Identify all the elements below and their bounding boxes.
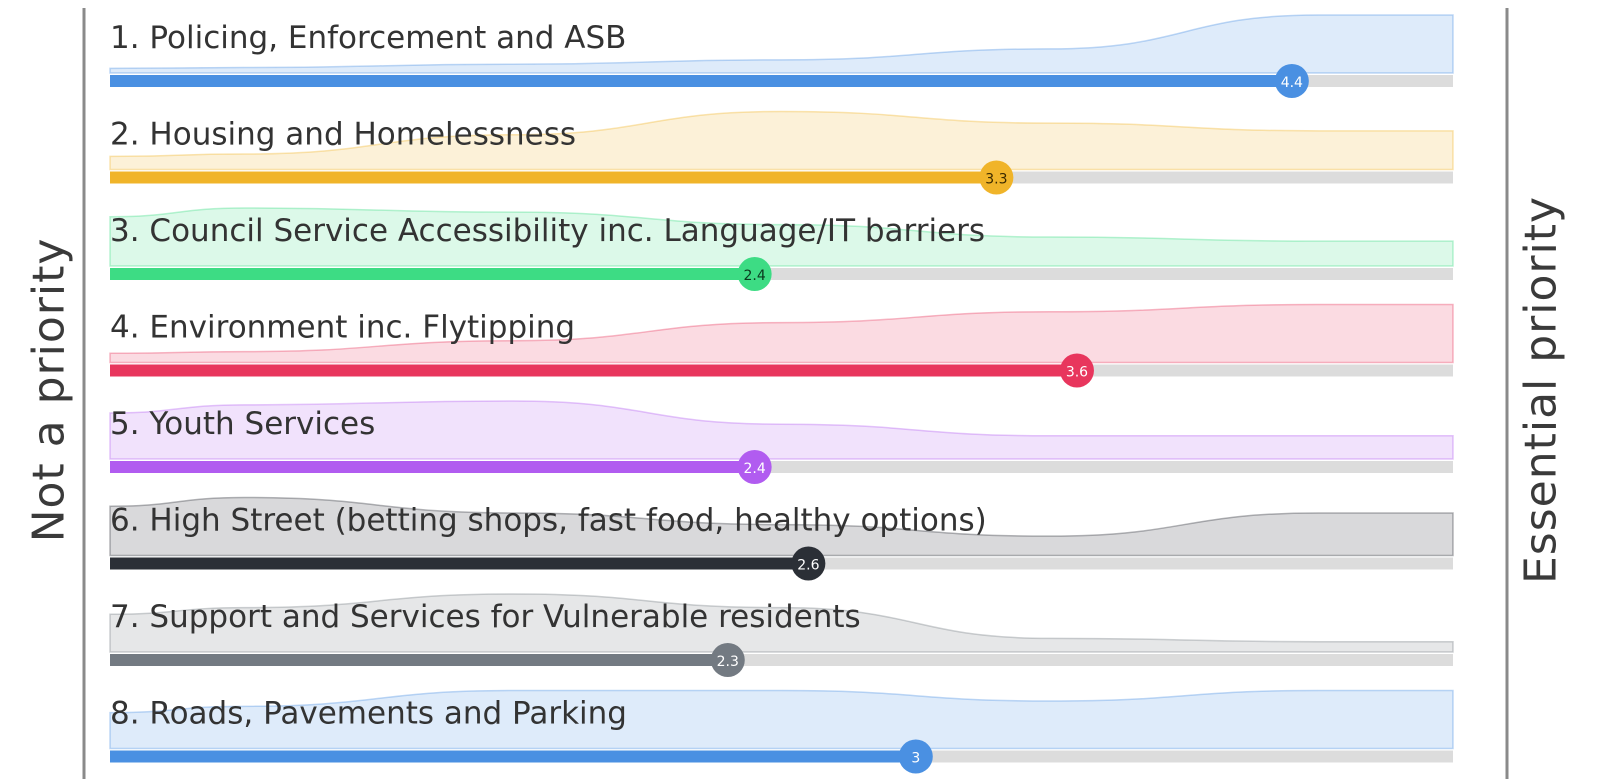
value-label-2: 3.3 [985, 172, 1007, 188]
value-bar-7 [110, 654, 728, 666]
row-label-5: 5. Youth Services [110, 406, 375, 442]
value-label-5: 2.4 [744, 461, 766, 477]
value-bar-4 [110, 364, 1077, 377]
row-label-3: 3. Council Service Accessibility inc. La… [110, 213, 985, 249]
value-bar-1 [110, 75, 1292, 87]
row-label-6: 6. High Street (betting shops, fast food… [110, 503, 987, 539]
value-label-7: 2.3 [717, 654, 739, 670]
value-label-4: 3.6 [1066, 365, 1088, 381]
value-bar-6 [110, 557, 809, 570]
value-bar-2 [110, 171, 997, 184]
row-label-2: 2. Housing and Homelessness [110, 117, 576, 153]
row-label-8: 8. Roads, Pavements and Parking [110, 696, 627, 732]
right-axis-label: Essential priority [1515, 195, 1567, 585]
value-bar-5 [110, 461, 755, 473]
value-label-3: 2.4 [744, 268, 766, 284]
row-label-1: 1. Policing, Enforcement and ASB [110, 20, 626, 56]
row-label-7: 7. Support and Services for Vulnerable r… [110, 599, 861, 635]
left-axis-label: Not a priority [23, 237, 75, 543]
value-label-8: 3 [911, 751, 920, 767]
value-label-6: 2.6 [797, 558, 819, 574]
value-label-1: 4.4 [1281, 75, 1303, 91]
value-bar-3 [110, 268, 755, 280]
priority-chart: 1. Policing, Enforcement and ASB 4.4 2. Ho… [82, 8, 1509, 779]
chart-rows: 1. Policing, Enforcement and ASB 4.4 2. Ho… [109, 14, 1454, 774]
row-label-4: 4. Environment inc. Flytipping [110, 310, 575, 346]
value-bar-8 [110, 750, 916, 763]
